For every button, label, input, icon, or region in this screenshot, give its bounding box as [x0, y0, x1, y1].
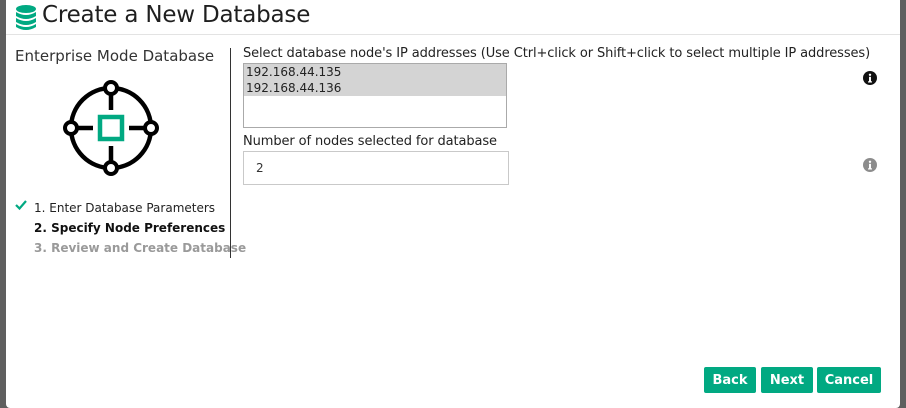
- node-count-label: Number of nodes selected for database: [243, 134, 497, 149]
- ip-address-listbox[interactable]: 192.168.44.135 192.168.44.136: [243, 63, 507, 128]
- database-icon: [16, 5, 36, 30]
- info-icon[interactable]: [863, 71, 877, 85]
- cancel-button[interactable]: Cancel: [817, 367, 881, 393]
- node-count-field[interactable]: 2: [243, 151, 509, 185]
- dialog-header: Create a New Database: [6, 0, 900, 35]
- crosshair-target-icon: [63, 80, 159, 176]
- step-label: 1. Enter Database Parameters: [34, 201, 216, 215]
- next-button[interactable]: Next: [761, 367, 813, 393]
- step-label: 2. Specify Node Preferences: [34, 221, 226, 235]
- checkmark-icon: [15, 200, 27, 211]
- back-button[interactable]: Back: [704, 367, 756, 393]
- create-database-dialog: Create a New Database Enterprise Mode Da…: [6, 0, 900, 408]
- panel-divider: [230, 48, 231, 258]
- wizard-steps: 1. Enter Database Parameters 2. Specify …: [15, 198, 246, 258]
- step-enter-parameters: 1. Enter Database Parameters: [15, 198, 230, 218]
- ip-option[interactable]: 192.168.44.136: [244, 80, 506, 96]
- step-node-preferences: 2. Specify Node Preferences: [15, 218, 230, 238]
- step-label: 3. Review and Create Database: [34, 241, 247, 255]
- info-icon[interactable]: [863, 158, 877, 172]
- step-review-create: 3. Review and Create Database: [15, 238, 246, 258]
- dialog-title: Create a New Database: [42, 2, 311, 28]
- mode-label: Enterprise Mode Database: [15, 47, 215, 65]
- ip-select-label: Select database node's IP addresses (Use…: [243, 46, 871, 61]
- wizard-sidebar: Enterprise Mode Database 1. Enter Databa…: [6, 34, 246, 259]
- ip-option[interactable]: 192.168.44.135: [244, 64, 506, 80]
